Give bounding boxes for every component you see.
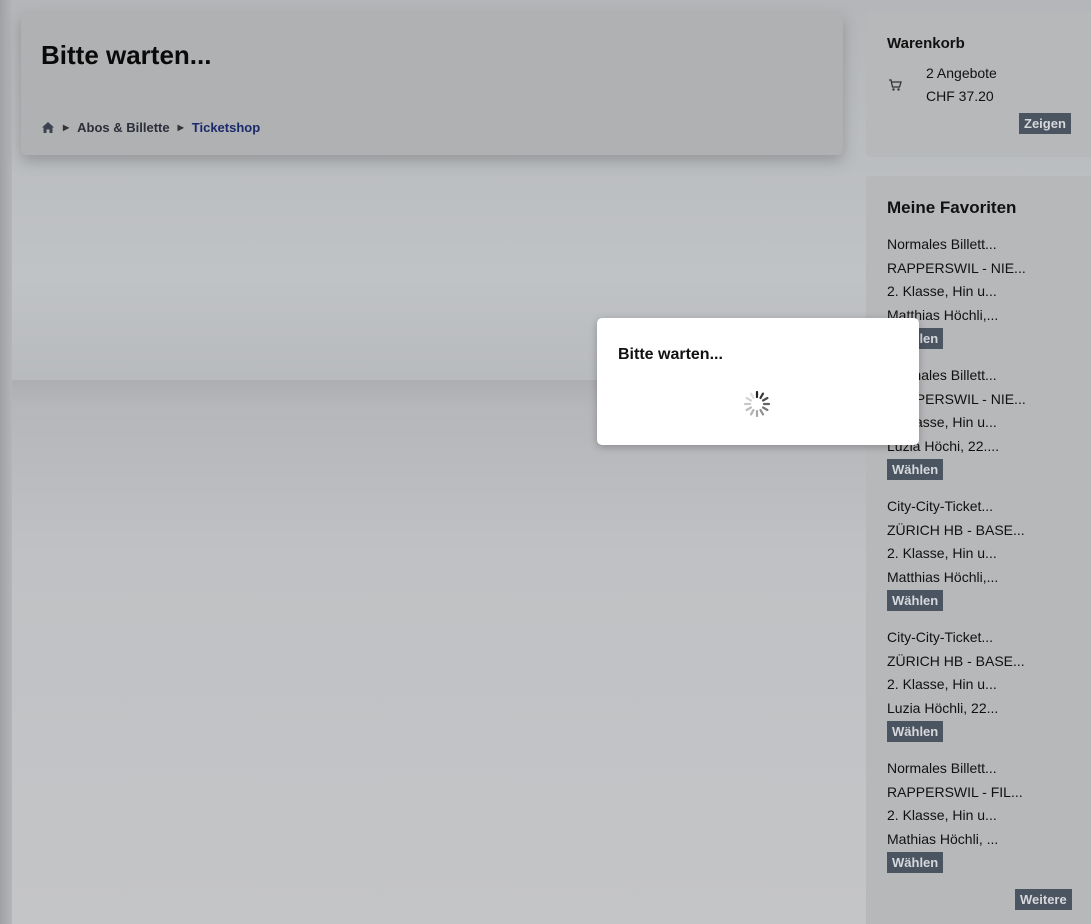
breadcrumb: ▶ Abos & Billette ▶ Ticketshop [41, 120, 260, 135]
favorite-ticket-type: City-City-Ticket... [887, 629, 994, 645]
select-favorite-button[interactable]: Wählen [887, 459, 944, 480]
breadcrumb-separator-icon: ▶ [63, 123, 70, 132]
more-favorites-button[interactable]: Weitere [1015, 889, 1072, 910]
home-icon[interactable] [41, 121, 55, 134]
favorite-ticket-type: Normales Billett... [887, 236, 997, 252]
favorite-class: 2. Klasse, Hin u... [887, 676, 997, 692]
cart-title: Warenkorb [887, 35, 965, 52]
spinner-icon [743, 390, 771, 418]
favorite-ticket-type: City-City-Ticket... [887, 498, 994, 514]
left-edge [0, 0, 12, 924]
favorite-class: 2. Klasse, Hin u... [887, 545, 997, 561]
favorite-route: RAPPERSWIL - FIL... [887, 783, 1023, 800]
loading-dialog: Bitte warten... [597, 318, 919, 445]
favorite-route: RAPPERSWIL - NIE... [887, 259, 1026, 276]
favorite-traveller: Luzia Höchli, 22... [887, 699, 999, 716]
cart-panel: Warenkorb 2 Angebote CHF 37.20 Zeigen [866, 12, 1091, 157]
favorite-route: ZÜRICH HB - BASE... [887, 652, 1025, 669]
favorite-item: City-City-Ticket... ZÜRICH HB - BASE... … [887, 626, 1091, 757]
cart-count: 2 Angebote [926, 65, 997, 81]
header-panel: Bitte warten... ▶ Abos & Billette ▶ Tick… [21, 12, 843, 155]
breadcrumb-ticketshop[interactable]: Ticketshop [192, 120, 260, 135]
favorites-title: Meine Favoriten [887, 198, 1017, 217]
favorite-class: 2. Klasse, Hin u... [887, 807, 997, 823]
show-cart-button[interactable]: Zeigen [1019, 113, 1071, 134]
breadcrumb-separator-icon: ▶ [177, 123, 184, 132]
favorite-item: Normales Billett... RAPPERSWIL - FIL... … [887, 757, 1091, 888]
favorite-class: 2. Klasse, Hin u... [887, 283, 997, 299]
favorites-panel: Meine Favoriten Normales Billett... RAPP… [866, 176, 1091, 924]
favorite-traveller: Matthias Höchli,... [887, 568, 999, 585]
breadcrumb-abos[interactable]: Abos & Billette [77, 120, 169, 135]
favorite-item: City-City-Ticket... ZÜRICH HB - BASE... … [887, 495, 1091, 626]
select-favorite-button[interactable]: Wählen [887, 852, 944, 873]
favorite-ticket-type: Normales Billett... [887, 760, 997, 776]
page-title: Bitte warten... [41, 40, 212, 70]
cart-price: CHF 37.20 [926, 88, 994, 104]
favorite-traveller: Mathias Höchli, ... [887, 830, 999, 847]
cart-icon [889, 79, 902, 91]
select-favorite-button[interactable]: Wählen [887, 721, 944, 742]
favorite-route: ZÜRICH HB - BASE... [887, 521, 1025, 538]
dialog-title: Bitte warten... [618, 346, 723, 363]
select-favorite-button[interactable]: Wählen [887, 590, 944, 611]
